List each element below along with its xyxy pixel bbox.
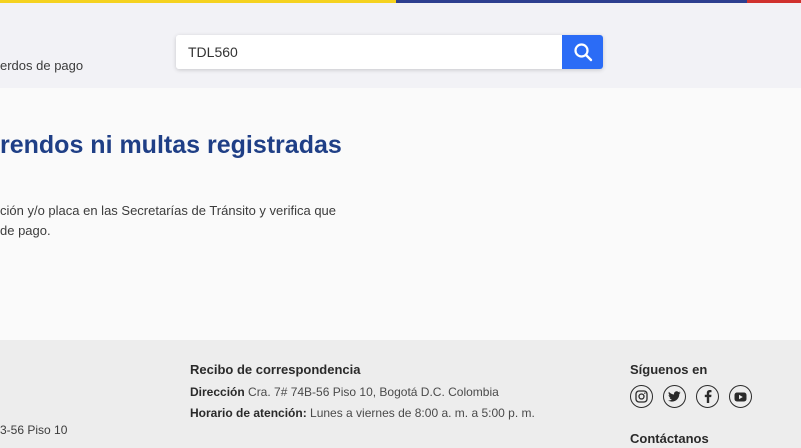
social-links [630, 385, 752, 408]
hours-label: Horario de atención: [190, 406, 307, 420]
correspondence-heading: Recibo de correspondencia [190, 362, 361, 377]
twitter-icon[interactable] [663, 385, 686, 408]
footer: 3-56 Piso 10 Recibo de correspondencia D… [0, 340, 801, 448]
address-value: Cra. 7# 74B-56 Piso 10, Bogotá D.C. Colo… [244, 385, 499, 399]
search-button[interactable] [562, 35, 603, 69]
description-line: de pago. [0, 223, 51, 238]
description-line: ción y/o placa en las Secretarías de Trá… [0, 203, 337, 218]
youtube-icon[interactable] [729, 385, 752, 408]
hours-line: Horario de atención: Lunes a viernes de … [190, 406, 535, 420]
result-title: rendos ni multas registradas [0, 131, 342, 159]
contact-heading: Contáctanos [630, 431, 709, 446]
social-section: Síguenos en Contáctanos [630, 362, 752, 446]
header: erdos de pago [0, 3, 801, 88]
breadcrumb[interactable]: erdos de pago [0, 58, 83, 73]
instagram-icon[interactable] [630, 385, 653, 408]
facebook-icon[interactable] [696, 385, 719, 408]
address-line: Dirección Cra. 7# 74B-56 Piso 10, Bogotá… [190, 385, 535, 399]
hours-value: Lunes a viernes de 8:00 a. m. a 5:00 p. … [306, 406, 535, 420]
main-content: rendos ni multas registradas ción y/o pl… [0, 88, 801, 340]
follow-heading: Síguenos en [630, 362, 708, 377]
correspondence-section: Recibo de correspondencia Dirección Cra.… [190, 362, 535, 427]
footer-address-partial: 3-56 Piso 10 [0, 423, 68, 437]
address-label: Dirección [190, 385, 245, 399]
plate-search-input[interactable] [176, 35, 562, 69]
search-bar [176, 35, 603, 69]
search-icon [573, 43, 592, 62]
result-description: ción y/o placa en las Secretarías de Trá… [0, 201, 336, 241]
